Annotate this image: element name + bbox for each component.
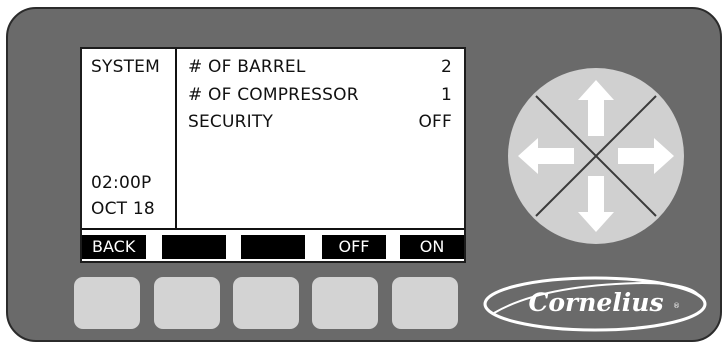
screen-horizontal-divider [82, 228, 464, 230]
dpad-up-button[interactable] [566, 68, 626, 128]
logo-wordmark: Cornelius [528, 288, 664, 317]
setting-label: SECURITY [188, 112, 274, 132]
setting-value: 2 [440, 57, 452, 77]
softkey-label-2 [162, 235, 226, 259]
lcd-screen: SYSTEM 02:00P OCT 18 # OF BARREL 2 # OF … [80, 47, 466, 263]
softkey-label-1: BACK [82, 235, 146, 259]
softkey-button-2[interactable] [154, 277, 220, 329]
setting-label: # OF BARREL [188, 57, 306, 77]
dpad-left-button[interactable] [508, 126, 568, 186]
brand-logo: Cornelius ® [482, 275, 708, 333]
softkey-button-4[interactable] [312, 277, 378, 329]
softkey-button-5[interactable] [392, 277, 458, 329]
softkey-label-3 [241, 235, 305, 259]
registered-mark: ® [673, 302, 680, 310]
menu-title: SYSTEM [91, 57, 160, 77]
clock-date: OCT 18 [91, 199, 155, 219]
clock-time: 02:00P [91, 173, 152, 193]
softkey-button-1[interactable] [74, 277, 140, 329]
softkey-button-3[interactable] [233, 277, 299, 329]
setting-label: # OF COMPRESSOR [188, 85, 359, 105]
softkey-label-5: ON [400, 235, 464, 259]
control-panel: SYSTEM 02:00P OCT 18 # OF BARREL 2 # OF … [6, 7, 722, 342]
status-column: SYSTEM 02:00P OCT 18 [82, 49, 176, 227]
screen-vertical-divider [175, 49, 177, 229]
dpad-right-button[interactable] [624, 126, 684, 186]
directional-pad [508, 68, 684, 244]
dpad-down-button[interactable] [566, 184, 626, 244]
setting-value: 1 [440, 85, 452, 105]
softkey-label-4: OFF [322, 235, 386, 259]
setting-value: OFF [418, 112, 452, 132]
